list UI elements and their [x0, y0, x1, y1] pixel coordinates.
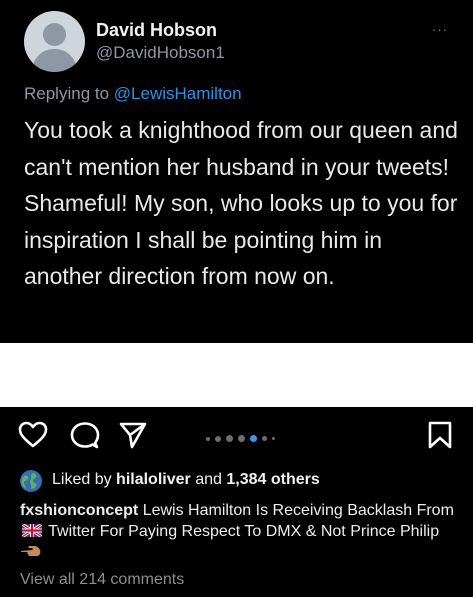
post-caption: fxshionconcept Lewis Hamilton Is Receivi…	[20, 501, 460, 563]
caption-text-part2: Twitter For Paying Respect To DMX & Not …	[48, 522, 440, 540]
comment-icon[interactable]	[70, 421, 100, 451]
share-icon[interactable]	[118, 420, 148, 450]
carousel-dot	[215, 436, 221, 442]
liked-by-joiner: and	[195, 471, 222, 488]
likes-line: Liked by hilaloliver and 1,384 others	[52, 471, 320, 489]
caption-username-link[interactable]: fxshionconcept	[20, 502, 138, 519]
pointing-hand-icon	[21, 546, 41, 556]
instagram-post-footer: Liked by hilaloliver and 1,384 others fx…	[0, 407, 473, 597]
reply-mention-link[interactable]: @LewisHamilton	[114, 84, 242, 103]
more-options-icon[interactable]: ···	[432, 22, 448, 37]
view-all-comments-link[interactable]: View all 214 comments	[20, 571, 184, 589]
avatar-head	[43, 23, 66, 46]
avatar[interactable]	[24, 11, 85, 72]
globe-icon	[20, 470, 42, 492]
carousel-dot	[206, 437, 210, 441]
avatar-body	[32, 49, 77, 72]
liked-by-label: Liked by	[52, 471, 112, 488]
heart-icon[interactable]	[18, 421, 48, 449]
carousel-dot	[272, 437, 275, 440]
tweet-text: You took a knighthood from our queen and…	[24, 117, 458, 289]
separator-band	[0, 343, 473, 407]
display-name[interactable]: David Hobson	[96, 20, 217, 41]
user-handle[interactable]: @DavidHobson1	[96, 43, 225, 63]
liked-by-user-link[interactable]: hilaloliver	[116, 471, 191, 488]
carousel-dot-active	[250, 435, 257, 442]
carousel-dot	[262, 436, 267, 441]
uk-flag-icon	[22, 523, 42, 537]
caption-text-part1: Lewis Hamilton Is Receiving Backlash Fro…	[142, 502, 454, 519]
carousel-dot	[226, 435, 233, 442]
carousel-dot	[238, 435, 245, 442]
likes-count-link[interactable]: 1,384 others	[226, 471, 319, 488]
replying-to: Replying to @LewisHamilton	[24, 84, 242, 104]
replying-to-label: Replying to	[24, 84, 110, 103]
tweet-card: David Hobson @DavidHobson1 ··· Replying …	[0, 0, 473, 343]
bookmark-icon[interactable]	[427, 420, 453, 450]
